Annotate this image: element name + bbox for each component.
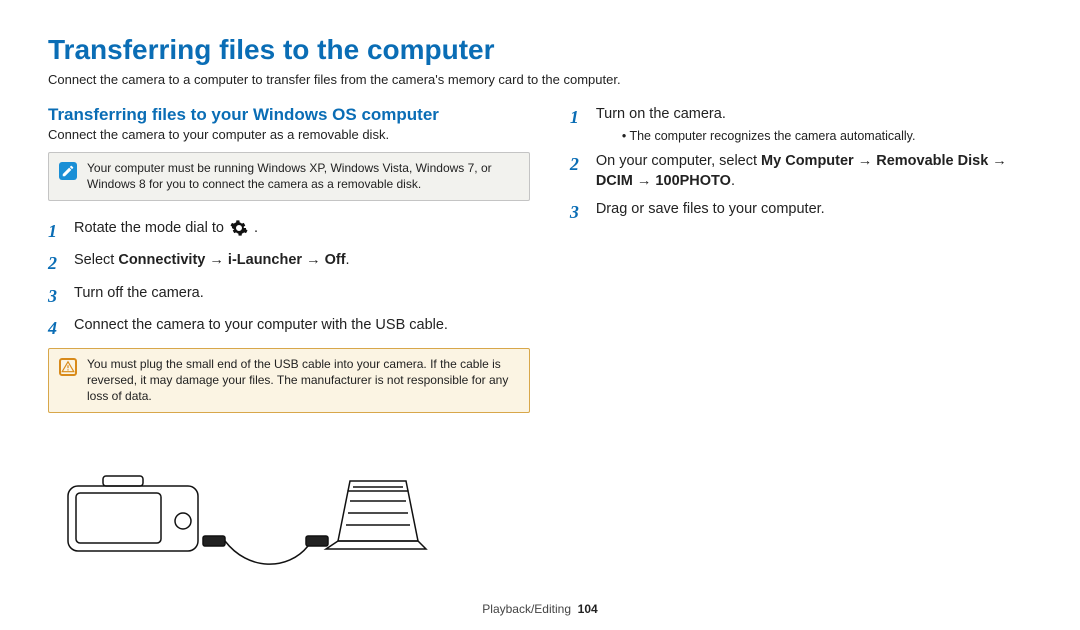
step-1: Rotate the mode dial to . [48,219,530,243]
step-1-text: Rotate the mode dial to [74,220,228,236]
section-heading: Transferring files to your Windows OS co… [48,105,530,125]
step-2-tail: . [346,252,350,268]
step-5-sub: The computer recognizes the camera autom… [622,128,916,145]
steps-list-right: Turn on the camera. The computer recogni… [570,105,1032,224]
footer-page-number: 104 [578,602,598,616]
step-6-tail: . [731,173,735,189]
step-2-bold: Connectivity → i-Launcher → Off [118,252,345,268]
info-icon [59,162,77,180]
page-intro: Connect the camera to a computer to tran… [48,72,1032,87]
step-2: Select Connectivity → i-Launcher → Off. [48,251,530,275]
step-2-pre: Select [74,252,118,268]
info-note-box: Your computer must be running Windows XP… [48,152,530,201]
step-5-text: Turn on the camera. [596,106,726,122]
steps-list-left: Rotate the mode dial to . Select Connect… [48,219,530,340]
settings-gear-icon [230,219,248,237]
step-4-text: Connect the camera to your computer with… [74,316,448,336]
step-6: On your computer, select My Computer → R… [570,152,1032,191]
warning-note-box: You must plug the small end of the USB c… [48,348,530,413]
content-columns: Transferring files to your Windows OS co… [48,105,1032,571]
left-column: Transferring files to your Windows OS co… [48,105,530,571]
info-note-text: Your computer must be running Windows XP… [87,161,519,192]
right-column: Turn on the camera. The computer recogni… [570,105,1032,571]
step-7: Drag or save files to your computer. [570,200,1032,224]
step-7-text: Drag or save files to your computer. [596,200,825,220]
page-footer: Playback/Editing 104 [0,602,1080,616]
step-3: Turn off the camera. [48,284,530,308]
warning-note-text: You must plug the small end of the USB c… [87,357,519,404]
footer-section: Playback/Editing [482,602,571,616]
warning-icon [59,358,77,376]
camera-laptop-illustration [48,431,428,571]
section-subtitle: Connect the camera to your computer as a… [48,127,530,142]
step-4: Connect the camera to your computer with… [48,316,530,340]
step-6-pre: On your computer, select [596,153,761,169]
step-5: Turn on the camera. The computer recogni… [570,105,1032,144]
step-1-tail: . [254,220,258,236]
step-3-text: Turn off the camera. [74,284,204,304]
page-title: Transferring files to the computer [48,34,1032,66]
